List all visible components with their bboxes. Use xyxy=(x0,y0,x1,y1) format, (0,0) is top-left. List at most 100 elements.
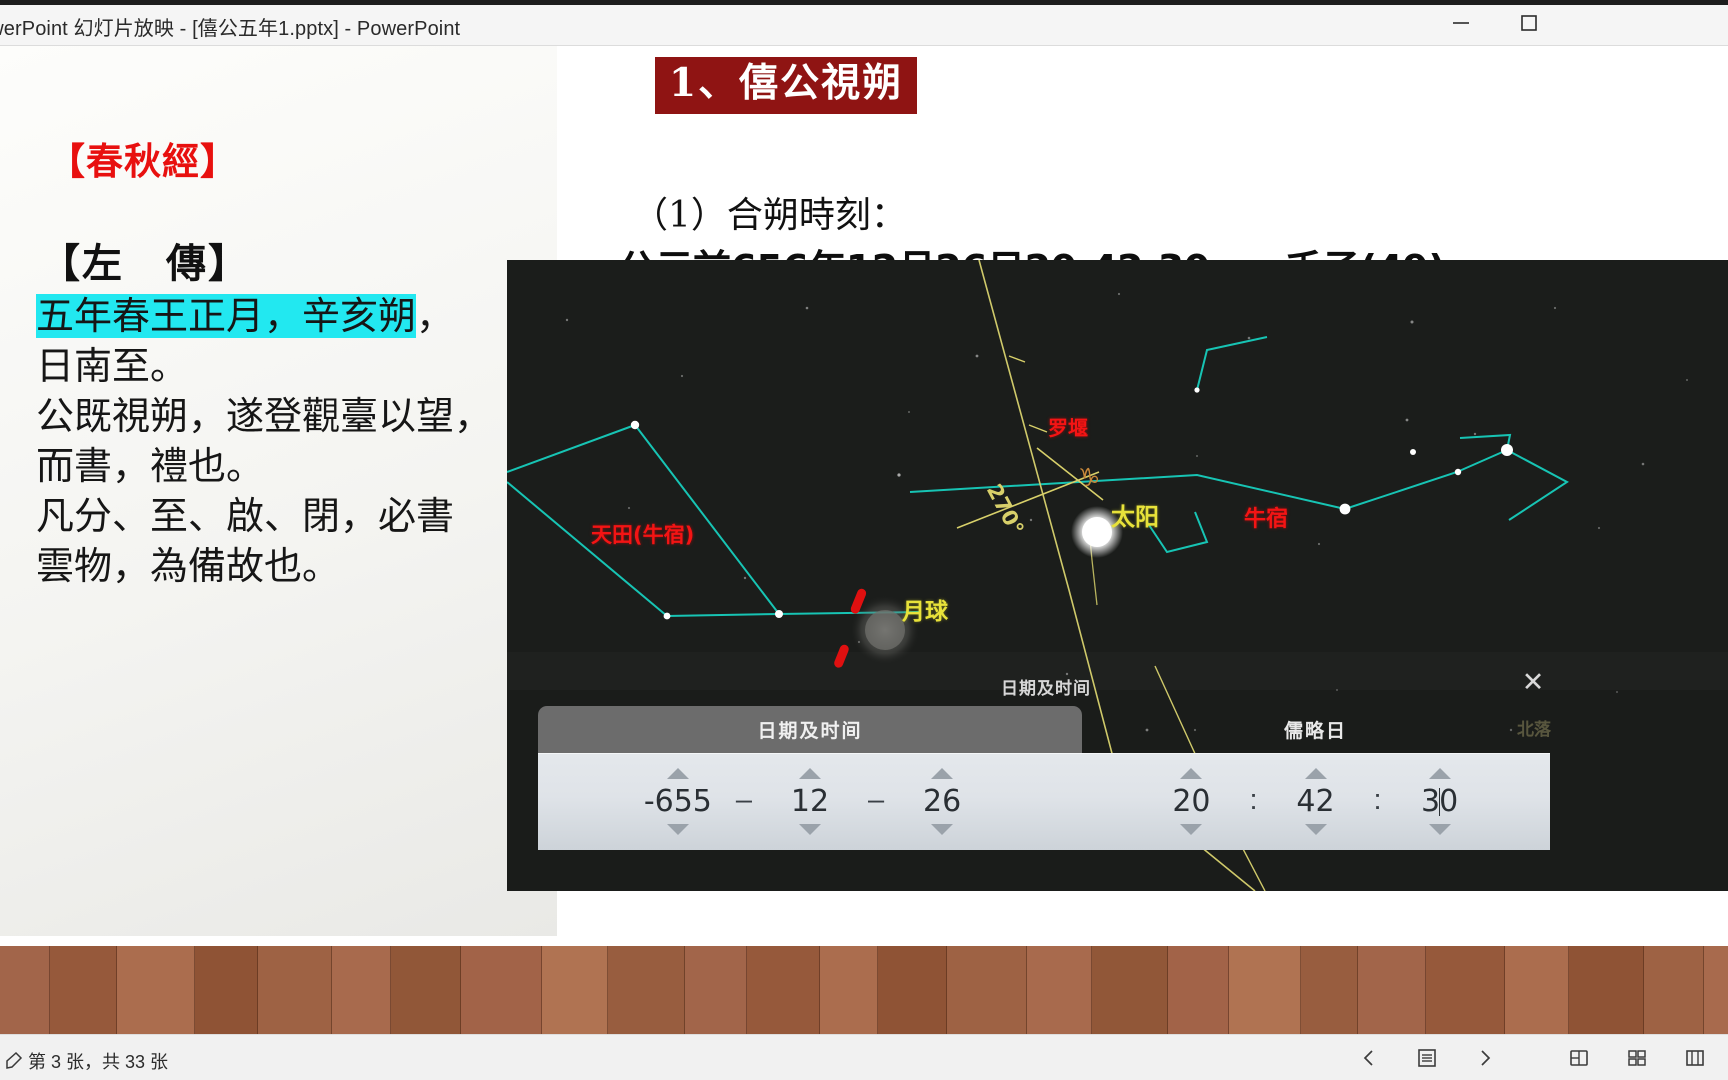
zoom-button[interactable] xyxy=(1680,1043,1710,1073)
section-title: 1、僖公視朔 xyxy=(655,57,918,114)
floor-plank xyxy=(1569,946,1644,1034)
powerpoint-slideshow-window: owerPoint 幻灯片放映 - [僖公五年1.pptx] - PowerPo… xyxy=(0,0,1728,1080)
floor-plank xyxy=(820,946,878,1034)
dialog-floating-title: 日期及时间 xyxy=(1001,679,1091,698)
zoom-icon xyxy=(1686,1050,1704,1066)
month-up-arrow-icon[interactable] xyxy=(799,768,821,779)
minute-down-arrow-icon[interactable] xyxy=(1304,824,1327,835)
pointer-options-button[interactable] xyxy=(1564,1043,1594,1073)
second-spinner[interactable]: 30 xyxy=(1394,768,1486,835)
chevron-left-icon xyxy=(1363,1050,1373,1066)
floor-plank xyxy=(947,946,1027,1034)
second-down-arrow-icon[interactable] xyxy=(1428,824,1451,835)
minute-value[interactable]: 42 xyxy=(1296,784,1334,819)
second-up-arrow-icon[interactable] xyxy=(1428,768,1451,779)
floor-plank xyxy=(608,946,685,1034)
month-value[interactable]: 12 xyxy=(791,784,829,819)
wooden-floor-background xyxy=(0,946,1728,1034)
floor-plank xyxy=(1168,946,1229,1034)
year-spinner[interactable]: -655 xyxy=(632,768,724,835)
month-down-arrow-icon[interactable] xyxy=(799,824,821,835)
second-value[interactable]: 30 xyxy=(1421,784,1458,819)
floor-plank xyxy=(1505,946,1569,1034)
day-value[interactable]: 26 xyxy=(923,784,961,819)
floor-plank xyxy=(1358,946,1426,1034)
second-digit-2: 0 xyxy=(1439,784,1459,819)
label-sun: 太阳 xyxy=(1111,503,1159,531)
minute-spinner[interactable]: 42 xyxy=(1270,768,1362,835)
floor-plank xyxy=(747,946,820,1034)
date-spinner-row: -655 – 12 – 26 xyxy=(538,753,1082,850)
floor-plank xyxy=(258,946,332,1034)
floor-plank xyxy=(1426,946,1505,1034)
hour-spinner[interactable]: 20 xyxy=(1145,768,1237,835)
floor-plank xyxy=(117,946,195,1034)
slide-grid-icon xyxy=(1628,1050,1646,1066)
slideshow-statusbar: 第 3 张，共 33 张 xyxy=(0,1034,1728,1080)
label-tianyuan: 天田(牛宿) xyxy=(591,523,695,547)
label-capricorn-symbol: ♑ xyxy=(1078,463,1101,492)
slide-canvas: 【春秋經】 【左 傳】 五年春王正月，辛亥朔， 日南至。 公既視朔，遂登觀臺以望，而… xyxy=(0,46,1728,946)
slide-menu-button[interactable] xyxy=(1412,1043,1442,1073)
previous-slide-button[interactable] xyxy=(1354,1043,1384,1073)
time-separator-1: : xyxy=(1249,784,1258,816)
floor-plank xyxy=(1027,946,1092,1034)
slide-counter: 第 3 张，共 33 张 xyxy=(28,1052,169,1072)
next-slide-button[interactable] xyxy=(1470,1043,1500,1073)
window-titlebar: owerPoint 幻灯片放映 - [僖公五年1.pptx] - PowerPo… xyxy=(0,0,1728,46)
zuozhuan-line: 日南至。 xyxy=(36,344,189,388)
chunqiu-heading: 【春秋經】 xyxy=(48,139,238,183)
hour-up-arrow-icon[interactable] xyxy=(1180,768,1203,779)
subtitle-label: （1）合朔時刻： xyxy=(632,195,907,236)
pointer-options-icon xyxy=(1570,1050,1588,1066)
label-luoyan: 罗堰 xyxy=(1048,416,1088,440)
julianday-panel: 儒略日 20 : 42 : 30 xyxy=(1081,706,1550,850)
floor-plank xyxy=(50,946,117,1034)
tab-datetime[interactable]: 日期及时间 xyxy=(538,706,1082,753)
minimize-icon xyxy=(1453,22,1469,24)
maximize-icon xyxy=(1521,15,1537,31)
datetime-panel: 日期及时间 -655 – 12 – 26 xyxy=(538,706,1082,850)
floor-plank xyxy=(332,946,391,1034)
floor-plank xyxy=(878,946,947,1034)
minimize-button[interactable] xyxy=(1432,0,1490,46)
zuozhuan-line: 公既視朔，遂登觀臺以望， xyxy=(36,394,493,438)
zuozhuan-body: 五年春王正月，辛亥朔， 日南至。 公既視朔，遂登觀臺以望， 而書，禮也。 凡分、至、啟、… xyxy=(36,291,566,591)
day-down-arrow-icon[interactable] xyxy=(931,824,954,835)
label-moon: 月球 xyxy=(902,599,948,625)
line-tail: ， xyxy=(416,294,455,338)
floor-plank xyxy=(391,946,461,1034)
label-niuxiu: 牛宿 xyxy=(1244,507,1289,532)
date-separator-2: – xyxy=(868,784,885,816)
month-spinner[interactable]: 12 xyxy=(764,768,856,835)
maximize-button[interactable] xyxy=(1500,0,1558,46)
highlighted-text: 五年春王正月，辛亥朔 xyxy=(36,294,417,338)
slide-menu-icon xyxy=(1418,1049,1436,1067)
meridian-ticks xyxy=(1008,355,1048,433)
pen-icon[interactable] xyxy=(4,1051,26,1071)
floor-plank xyxy=(1229,946,1301,1034)
chevron-right-icon xyxy=(1481,1050,1491,1066)
zuozhuan-line: 雲物，為備故也。 xyxy=(36,544,341,588)
slide-grid-button[interactable] xyxy=(1622,1043,1652,1073)
year-value[interactable]: -655 xyxy=(644,784,712,819)
day-up-arrow-icon[interactable] xyxy=(931,768,954,779)
year-down-arrow-icon[interactable] xyxy=(666,824,689,835)
tab-julian-day[interactable]: 儒略日 xyxy=(1081,706,1550,753)
day-spinner[interactable]: 26 xyxy=(896,768,988,835)
minute-up-arrow-icon[interactable] xyxy=(1304,768,1327,779)
hour-value[interactable]: 20 xyxy=(1172,784,1210,819)
year-up-arrow-icon[interactable] xyxy=(666,768,689,779)
floor-plank xyxy=(542,946,608,1034)
zuozhuan-line: 五年春王正月，辛亥朔， xyxy=(36,291,566,341)
floor-plank xyxy=(1092,946,1168,1034)
second-digit-1: 3 xyxy=(1420,784,1441,819)
floor-plank xyxy=(1644,946,1704,1034)
dialog-close-button[interactable]: ✕ xyxy=(1516,666,1550,700)
zuozhuan-line: 而書，禮也。 xyxy=(36,444,265,488)
hour-down-arrow-icon[interactable] xyxy=(1180,824,1203,835)
niuxiu-constellation-stars xyxy=(1194,387,1513,515)
statusbar-controls xyxy=(1354,1035,1710,1080)
floor-plank xyxy=(685,946,747,1034)
floor-plank xyxy=(1704,946,1728,1034)
